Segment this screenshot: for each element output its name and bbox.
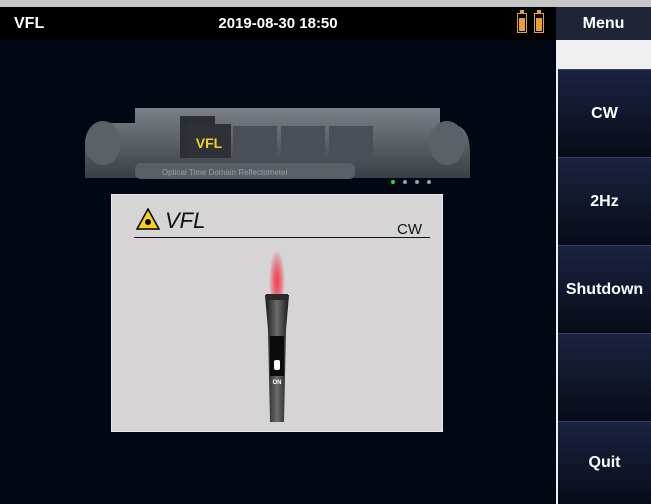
battery-icon (517, 10, 527, 33)
otdr-device-image: VFL Optical Time Domain Reflectometer (85, 108, 470, 184)
blank-button[interactable] (558, 333, 651, 421)
device-caption: Optical Time Domain Reflectometer (162, 168, 289, 177)
mode-label: CW (397, 221, 422, 238)
device-tab-label: VFL (196, 135, 223, 151)
battery-icon (534, 10, 544, 33)
flashlight-icon: ON (265, 250, 289, 422)
top-strip (0, 0, 651, 7)
cw-button[interactable]: CW (558, 69, 651, 157)
2hz-button[interactable]: 2Hz (558, 157, 651, 245)
panel-divider (134, 237, 430, 238)
datetime-display: 2019-08-30 18:50 (218, 15, 338, 32)
warning-icon (136, 208, 160, 230)
menu-title: Menu (556, 7, 651, 40)
panel-title: VFL (165, 208, 206, 233)
shutdown-button[interactable]: Shutdown (558, 245, 651, 333)
vfl-panel: VFL CW ON (111, 194, 443, 432)
torch-on-label: ON (273, 380, 282, 386)
quit-button[interactable]: Quit (558, 421, 651, 504)
sidebar-menu: Menu CW 2Hz Shutdown Quit (556, 7, 651, 504)
header-bar: VFL 2019-08-30 18:50 (0, 7, 556, 40)
